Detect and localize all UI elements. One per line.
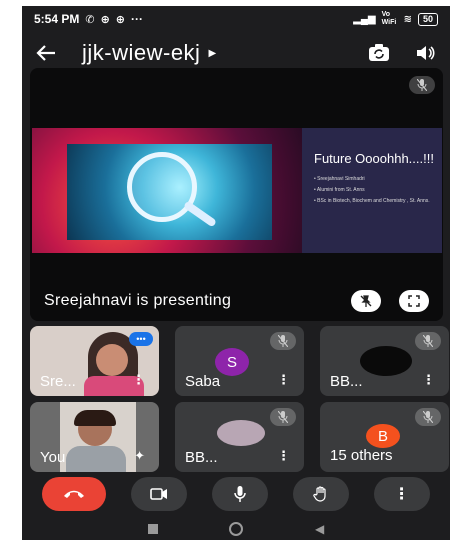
- others-count: 15 others: [330, 447, 393, 464]
- meet-screen: 5:54 PM ✆ ⊕ ⊕ ··· ▂▄▆ Vo WiFi ≋ 50 jjk-w…: [22, 6, 450, 540]
- wifi-icon: ≋: [403, 13, 412, 25]
- participant-avatar: [217, 420, 265, 446]
- network-label: Vo WiFi: [381, 11, 397, 26]
- more-options-button[interactable]: ⋮: [373, 477, 430, 511]
- participant-tile[interactable]: BB... ⋮: [175, 402, 304, 472]
- slide-bullet: • BSc in Biotech, Biochem and Chemistry …: [314, 198, 430, 204]
- speaker-icon[interactable]: [416, 45, 436, 61]
- participant-avatar: [360, 346, 412, 376]
- participant-avatar: B: [366, 424, 400, 448]
- whatsapp-icon: ✆: [85, 13, 95, 26]
- mic-off-icon: [409, 76, 435, 94]
- back-arrow-icon[interactable]: [36, 45, 56, 61]
- presentation-view[interactable]: Future Oooohhh....!!! • Sreejahnavi Simh…: [30, 68, 443, 321]
- participant-avatar: S: [215, 348, 249, 376]
- participant-name: Sre...: [40, 373, 76, 390]
- mic-off-icon: [270, 408, 296, 426]
- unpin-icon[interactable]: [351, 290, 381, 312]
- slide-title: Future Oooohhh....!!!: [314, 151, 434, 166]
- presenting-bar: Sreejahnavi is presenting: [30, 281, 443, 321]
- presenter-label: Sreejahnavi is presenting: [44, 292, 232, 309]
- raise-hand-button[interactable]: [292, 477, 349, 511]
- mic-off-icon: [415, 408, 441, 426]
- signal-icon: ▂▄▆: [353, 13, 376, 25]
- more-options-icon[interactable]: ⋮: [277, 372, 290, 388]
- visual-effects-icon[interactable]: ✦: [134, 448, 145, 464]
- fullscreen-icon[interactable]: [399, 290, 429, 312]
- dna-magnifier-image: [32, 128, 302, 253]
- more-notifications-icon: ···: [131, 12, 144, 26]
- battery-icon: 50: [417, 12, 438, 26]
- participant-tile[interactable]: S Saba ⋮: [175, 326, 304, 396]
- camera-button[interactable]: [131, 477, 188, 511]
- end-call-button[interactable]: [42, 477, 107, 511]
- app-icon: ⊕: [100, 13, 110, 26]
- mic-off-icon: [270, 332, 296, 350]
- slide-bullets: • Sreejahnavi Simhadri • Alumini from St…: [314, 176, 434, 204]
- chevron-right-icon[interactable]: ▶: [208, 48, 216, 59]
- participant-name: Saba: [185, 373, 221, 390]
- status-bar: 5:54 PM ✆ ⊕ ⊕ ··· ▂▄▆ Vo WiFi ≋ 50: [22, 6, 450, 32]
- more-options-icon[interactable]: ⋮: [422, 372, 435, 388]
- slide-text-panel: Future Oooohhh....!!! • Sreejahnavi Simh…: [302, 128, 442, 253]
- shared-slide: Future Oooohhh....!!! • Sreejahnavi Simh…: [32, 128, 442, 253]
- slide-bullet: • Alumini from St. Anns: [314, 187, 365, 193]
- microphone-button[interactable]: [211, 477, 268, 511]
- mic-off-icon: [415, 332, 441, 350]
- home-icon[interactable]: [229, 522, 244, 536]
- call-controls: ⋮: [22, 474, 450, 514]
- more-options-icon[interactable]: ⋮: [132, 372, 145, 388]
- participant-tile[interactable]: You ✦: [30, 402, 159, 472]
- back-icon[interactable]: ◀: [315, 522, 324, 536]
- participant-tile[interactable]: ••• Sre... ⋮: [30, 326, 159, 396]
- system-nav-bar: ◀: [22, 518, 450, 540]
- others-tile[interactable]: B 15 others: [320, 402, 449, 472]
- status-time: 5:54 PM: [34, 12, 80, 26]
- more-options-icon[interactable]: ⋮: [277, 448, 290, 464]
- switch-camera-icon[interactable]: [368, 44, 390, 62]
- participant-name: You: [40, 449, 66, 466]
- recents-icon[interactable]: [147, 524, 158, 534]
- slide-bullet: • Sreejahnavi Simhadri: [314, 176, 365, 182]
- meeting-code[interactable]: jjk-wiew-ekj: [82, 40, 200, 66]
- participant-tile[interactable]: BB... ⋮: [320, 326, 449, 396]
- app-icon-2: ⊕: [115, 13, 126, 26]
- speaking-indicator-icon: •••: [129, 332, 153, 346]
- participant-name: BB...: [330, 373, 363, 390]
- participant-name: BB...: [185, 449, 218, 466]
